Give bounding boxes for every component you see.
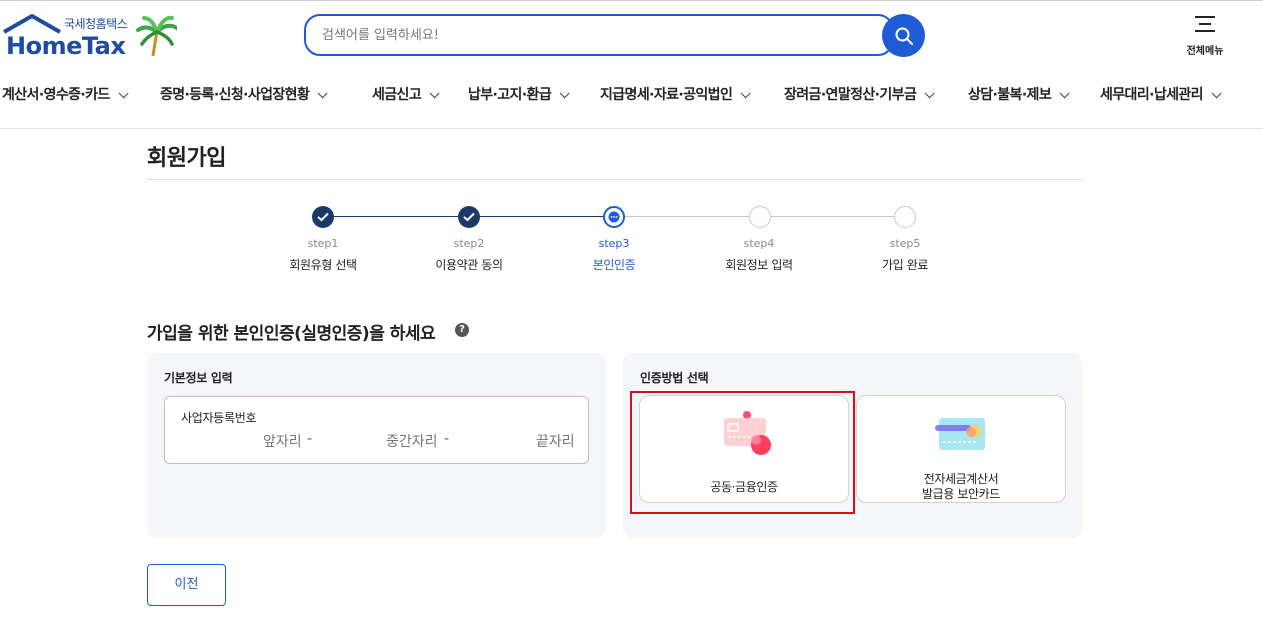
search-icon <box>895 27 913 45</box>
step5-number: step5 <box>889 237 921 250</box>
all-menu-button[interactable]: 전체메뉴 <box>1180 12 1230 58</box>
nav-item-invoice[interactable]: 계산서·영수증·카드 <box>2 84 129 104</box>
nav-item-label: 세금신고 <box>372 87 422 103</box>
help-icon[interactable]: ? <box>455 323 469 337</box>
step2-name: 이용약관 동의 <box>435 258 503 272</box>
chevron-down-icon <box>317 88 328 99</box>
chevron-down-icon <box>118 88 129 99</box>
search-button[interactable] <box>882 14 925 57</box>
security-card-label-line1: 전자세금계산서 <box>923 472 999 486</box>
logo-subtitle: 국세청홈택스 <box>64 17 128 31</box>
selection-highlight-box <box>630 391 855 514</box>
auth-method-title: 인증방법 선택 <box>640 371 709 385</box>
step1-check-icon <box>312 206 334 228</box>
title-divider <box>147 179 1082 180</box>
step4-name: 회원정보 입력 <box>725 258 793 272</box>
nav-item-label: 세무대리·납세관리 <box>1100 87 1204 103</box>
nav-item-label: 장려금·연말정산·기부금 <box>784 87 917 103</box>
security-card-icon <box>935 418 985 450</box>
nav-item-label: 계산서·영수증·카드 <box>2 87 110 103</box>
chevron-down-icon <box>740 88 751 99</box>
chevron-down-icon <box>559 88 570 99</box>
chevron-down-icon <box>924 88 935 99</box>
step3-name: 본인인증 <box>592 258 636 272</box>
nav-item-certificate[interactable]: 증명·등록·신청·사업장현황 <box>160 84 328 104</box>
step3-current-icon <box>603 206 625 228</box>
step4-empty-icon <box>749 206 771 228</box>
step-connector <box>479 216 614 217</box>
nav-item-incentive[interactable]: 장려금·연말정산·기부금 <box>784 84 935 104</box>
chevron-down-icon <box>429 88 440 99</box>
section-title: 가입을 위한 본인인증(실명인증)을 하세요 <box>147 324 436 344</box>
all-menu-label: 전체메뉴 <box>1186 46 1224 57</box>
business-number-front[interactable]: 앞자리 <box>263 431 302 451</box>
step1-name: 회원유형 선택 <box>289 258 357 272</box>
business-number-label: 사업자등록번호 <box>181 411 257 425</box>
separator-dash: - <box>307 431 313 447</box>
step-connector <box>334 216 469 217</box>
basic-info-panel: 기본정보 입력 사업자등록번호 앞자리 - 중간자리 - 끝자리 <box>147 353 606 538</box>
step1-number: step1 <box>307 237 339 250</box>
security-card-option[interactable]: 전자세금계산서 발급용 보안카드 <box>856 395 1066 503</box>
security-card-label-line2: 발급용 보안카드 <box>922 487 1000 501</box>
step-connector <box>625 216 760 217</box>
step-connector <box>770 216 905 217</box>
nav-item-agent[interactable]: 세무대리·납세관리 <box>1100 84 1222 104</box>
step5-empty-icon <box>894 206 916 228</box>
basic-info-title: 기본정보 입력 <box>164 371 233 385</box>
search-box <box>304 14 894 56</box>
nav-item-label: 증명·등록·신청·사업장현황 <box>160 87 310 103</box>
prev-button[interactable]: 이전 <box>147 564 226 606</box>
chevron-down-icon <box>1211 88 1222 99</box>
step2-number: step2 <box>453 237 485 250</box>
step4-number: step4 <box>743 237 775 250</box>
nav-item-label: 납부·고지·환급 <box>468 87 552 103</box>
hometax-logo[interactable]: 국세청홈택스 HomeTax <box>2 12 177 60</box>
business-number-field[interactable]: 사업자등록번호 앞자리 - 중간자리 - 끝자리 <box>164 396 589 464</box>
step5-name: 가입 완료 <box>882 258 928 272</box>
step3-number: step3 <box>598 237 630 250</box>
step2-check-icon <box>458 206 480 228</box>
business-number-middle[interactable]: 중간자리 <box>386 431 438 451</box>
nav-item-payment[interactable]: 납부·고지·환급 <box>468 84 570 104</box>
logo-title: HomeTax <box>6 32 126 60</box>
business-number-end[interactable]: 끝자리 <box>536 431 575 451</box>
nav-item-tax-report[interactable]: 세금신고 <box>372 84 440 104</box>
hamburger-icon <box>1195 16 1215 32</box>
nav-item-label: 지급명세·자료·공익법인 <box>600 87 733 103</box>
page-title: 회원가입 <box>147 146 226 171</box>
search-input[interactable] <box>322 25 862 45</box>
nav-divider <box>0 128 1263 129</box>
separator-dash: - <box>444 431 450 447</box>
nav-item-consult[interactable]: 상담·불복·제보 <box>968 84 1070 104</box>
nav-item-statement[interactable]: 지급명세·자료·공익법인 <box>600 84 751 104</box>
nav-item-label: 상담·불복·제보 <box>968 87 1052 103</box>
top-border <box>0 0 1263 1</box>
main-nav: 계산서·영수증·카드 증명·등록·신청·사업장현황 세금신고 납부·고지·환급 … <box>0 80 1263 110</box>
chevron-down-icon <box>1059 88 1070 99</box>
